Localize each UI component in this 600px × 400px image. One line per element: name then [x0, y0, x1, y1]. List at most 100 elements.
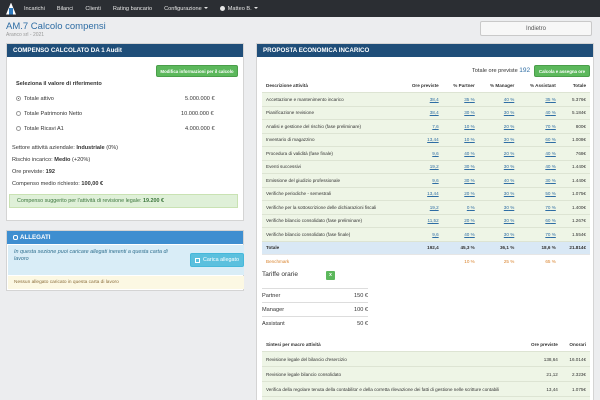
partner-pct-link[interactable]: 10 %	[442, 119, 479, 133]
partner-pct-link[interactable]: 10 %	[442, 132, 479, 147]
radio-ricavi-a1[interactable]	[16, 126, 21, 131]
pct-value[interactable]: 30	[464, 178, 469, 183]
partner-pct-link[interactable]: 20 %	[442, 186, 479, 201]
pct-value[interactable]: 20	[504, 124, 509, 129]
pct-value[interactable]: 40	[545, 164, 550, 169]
pct-value[interactable]: 30	[464, 164, 469, 169]
manager-pct-link[interactable]: 20 %	[478, 146, 519, 160]
pct-value[interactable]: 20	[464, 218, 469, 223]
pct-value[interactable]: 30	[504, 110, 509, 115]
ore-previste-link[interactable]: 9,6	[400, 173, 443, 187]
pct-value[interactable]: 35	[464, 97, 469, 102]
cell-macro-ore: 21,12	[522, 366, 562, 382]
pct-value[interactable]: 40	[545, 151, 550, 156]
assistant-pct-link[interactable]: 60 %	[518, 213, 560, 228]
pct-value[interactable]: 40	[504, 178, 509, 183]
ore-previste-link[interactable]: 11,52	[400, 213, 443, 228]
radio-patrimonio-netto[interactable]	[16, 111, 21, 116]
pct-value[interactable]: 30	[504, 205, 509, 210]
pct-value[interactable]: 40	[504, 97, 509, 102]
partner-pct-link[interactable]: 0 %	[442, 200, 479, 214]
ore-previste-link[interactable]: 38,4	[400, 92, 443, 106]
assistant-pct-link[interactable]: 70 %	[518, 227, 560, 241]
excel-export-icon[interactable]: x	[326, 271, 335, 280]
assistant-pct-link[interactable]: 40 %	[518, 159, 560, 174]
cell-macro-onorari: 2.323€	[561, 366, 590, 382]
partner-pct-link[interactable]: 20 %	[442, 213, 479, 228]
pct-value[interactable]: 30	[464, 110, 469, 115]
edit-info-button[interactable]: Modifica informazioni per il calcolo	[156, 65, 238, 77]
assistant-pct-link[interactable]: 70 %	[518, 119, 560, 133]
pct-value[interactable]: 20	[504, 151, 509, 156]
assistant-pct-link[interactable]: 70 %	[518, 200, 560, 214]
pct-value[interactable]: 20	[464, 191, 469, 196]
partner-pct-link[interactable]: 30 %	[442, 173, 479, 187]
manager-pct-link[interactable]: 30 %	[478, 132, 519, 147]
pct-value[interactable]: 35	[545, 97, 550, 102]
ore-previste-link[interactable]: 19,2	[400, 200, 443, 214]
col-manager: % Manager	[490, 83, 515, 88]
assistant-pct-link[interactable]: 40 %	[518, 105, 560, 120]
nav-configurazione[interactable]: Configurazione	[164, 6, 208, 12]
ore-previste-link[interactable]: 7,6	[400, 119, 443, 133]
table-row: Emissione del giudizio professionale 9,6 3…	[262, 173, 590, 187]
risk-extra: (+20%)	[72, 157, 91, 163]
partner-pct-link[interactable]: 40 %	[442, 227, 479, 241]
pct-value[interactable]: 0	[467, 205, 470, 210]
manager-pct-link[interactable]: 30 %	[478, 159, 519, 174]
app-logo-icon[interactable]	[6, 2, 16, 15]
ore-previste-link[interactable]: 19,2	[400, 159, 443, 174]
pct-value[interactable]: 70	[545, 232, 550, 237]
pct-value[interactable]: 60	[545, 218, 550, 223]
radio-totale-attivo[interactable]	[16, 96, 21, 101]
tariff-label: Partner	[262, 292, 281, 299]
pct-value[interactable]: 30	[504, 164, 509, 169]
nav-bilanci[interactable]: Bilanci	[57, 6, 73, 12]
pct-value[interactable]: 30	[504, 191, 509, 196]
ore-previste-link[interactable]: 13,44	[400, 132, 443, 147]
assistant-pct-link[interactable]: 50 %	[518, 186, 560, 201]
manager-pct-link[interactable]: 30 %	[478, 186, 519, 201]
partner-pct-link[interactable]: 35 %	[442, 92, 479, 106]
nav-incarichi[interactable]: Incarichi	[24, 6, 45, 12]
pct-value[interactable]: 10	[464, 137, 469, 142]
manager-pct-link[interactable]: 40 %	[478, 92, 519, 106]
ore-previste-link[interactable]: 38,4	[400, 105, 443, 120]
manager-pct-link[interactable]: 30 %	[478, 227, 519, 241]
back-button[interactable]: Indietro	[480, 21, 592, 36]
manager-pct-link[interactable]: 30 %	[478, 200, 519, 214]
pct-value[interactable]: 40	[545, 110, 550, 115]
pct-value[interactable]: 70	[545, 205, 550, 210]
assistant-pct-link[interactable]: 40 %	[518, 146, 560, 160]
pct-value[interactable]: 50	[545, 191, 550, 196]
pct-value[interactable]: 40	[464, 232, 469, 237]
user-menu[interactable]: Matteo B.	[219, 6, 258, 12]
assistant-pct-link[interactable]: 30 %	[518, 173, 560, 187]
partner-pct-link[interactable]: 30 %	[442, 105, 479, 120]
manager-pct-link[interactable]: 20 %	[478, 119, 519, 133]
pct-value[interactable]: 30	[504, 137, 509, 142]
manager-pct-link[interactable]: 40 %	[478, 173, 519, 187]
partner-pct-link[interactable]: 40 %	[442, 146, 479, 160]
pct-value[interactable]: 30	[504, 218, 509, 223]
manager-pct-link[interactable]: 30 %	[478, 213, 519, 228]
pct-value[interactable]: 60	[545, 137, 550, 142]
nav-rating-bancario[interactable]: Rating bancario	[113, 6, 152, 12]
nav-clienti[interactable]: Clienti	[85, 6, 101, 12]
assistant-pct-link[interactable]: 35 %	[518, 92, 560, 106]
upload-attachment-button[interactable]: Carica allegato	[190, 253, 244, 267]
ore-previste-link[interactable]: 13,44	[400, 186, 443, 201]
manager-pct-link[interactable]: 30 %	[478, 105, 519, 120]
assistant-pct-link[interactable]: 60 %	[518, 132, 560, 147]
cell-descrizione: Analisi e gestione del rischio (fase pre…	[262, 119, 400, 133]
calculate-assign-button[interactable]: Calcola e assegna ore	[534, 65, 590, 77]
pct-value[interactable]: 30	[545, 178, 550, 183]
col-macro-onorari: Onorari	[569, 342, 586, 347]
pct-value[interactable]: 40	[464, 151, 469, 156]
pct-value[interactable]: 30	[504, 232, 509, 237]
ore-previste-link[interactable]: 9,6	[400, 146, 443, 160]
partner-pct-link[interactable]: 30 %	[442, 159, 479, 174]
ore-previste-link[interactable]: 9,6	[400, 227, 443, 241]
pct-value[interactable]: 70	[545, 124, 550, 129]
pct-value[interactable]: 10	[464, 124, 469, 129]
